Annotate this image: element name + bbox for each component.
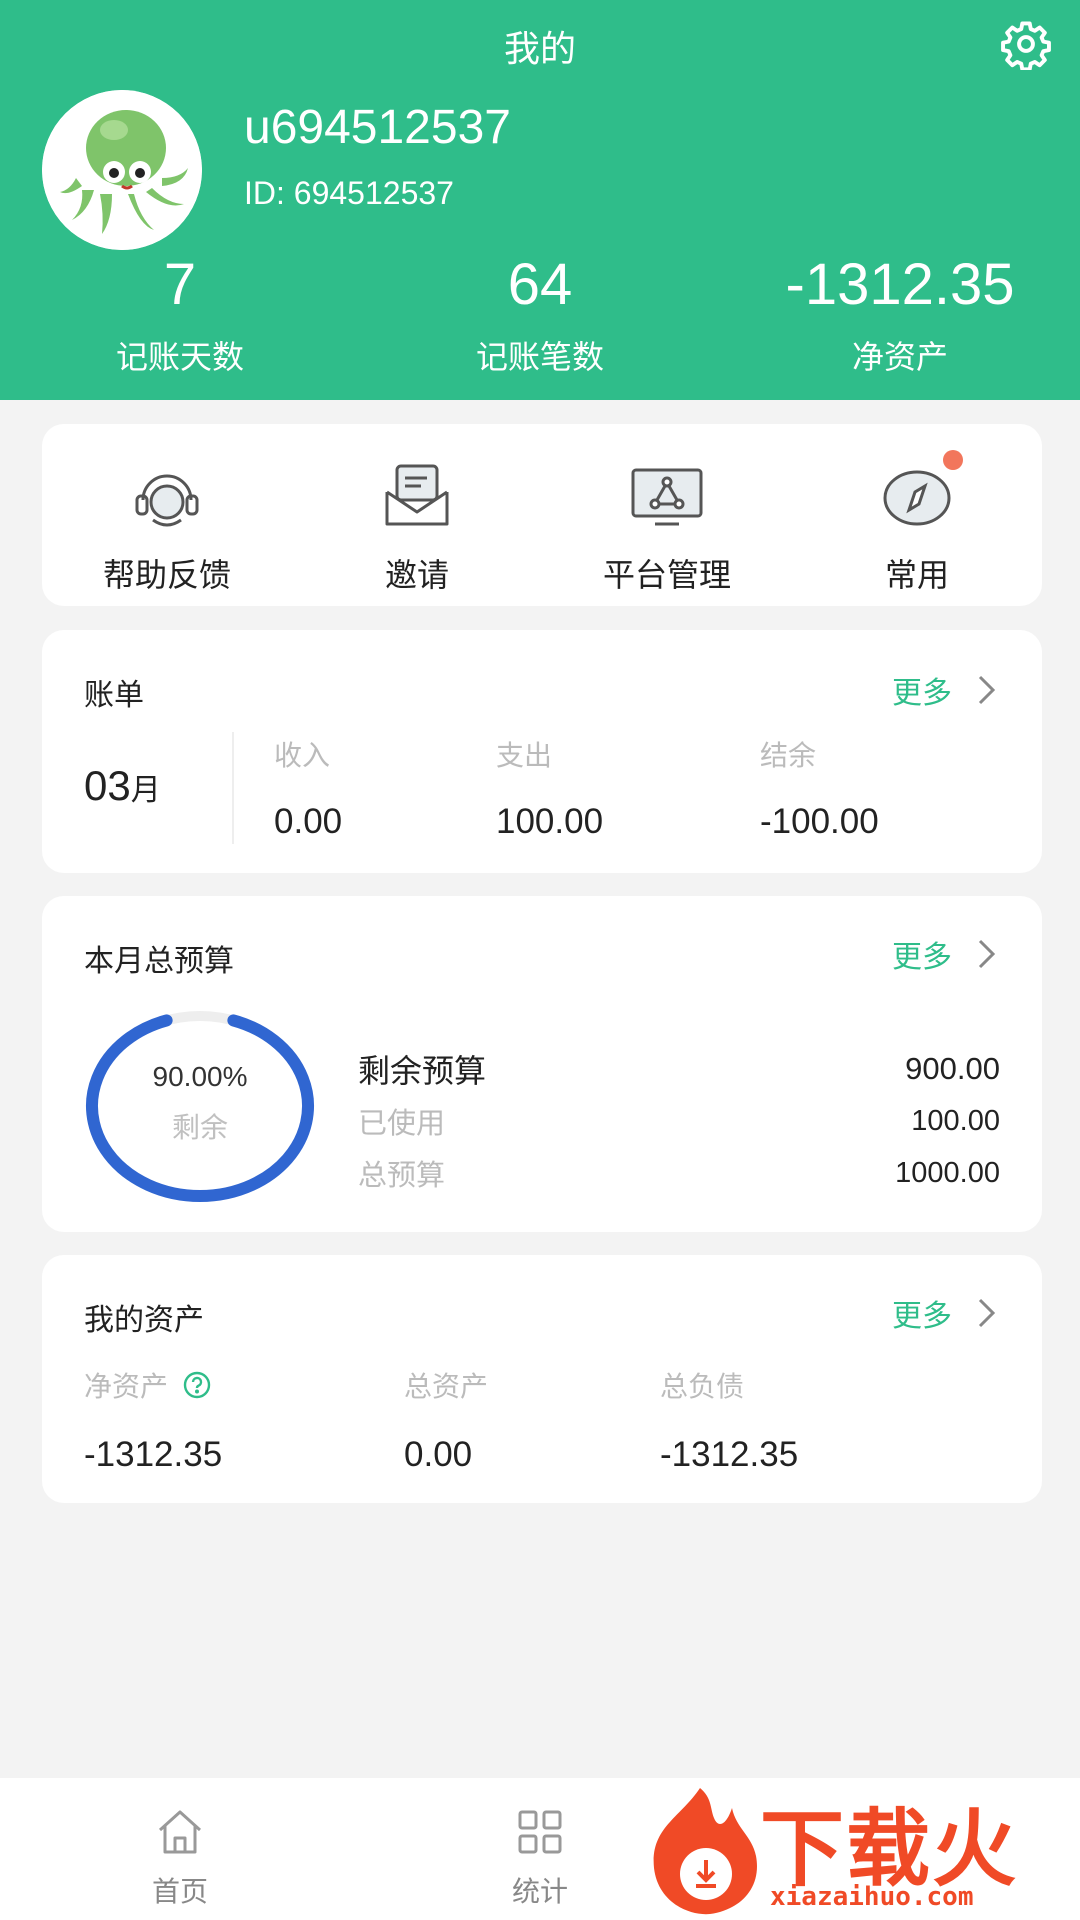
bill-value: 0.00 xyxy=(274,802,343,841)
asset-net: 净资产 -1312.35 xyxy=(84,1365,222,1475)
asset-value: 0.00 xyxy=(404,1435,473,1474)
asset-label: 总负债 xyxy=(660,1370,745,1403)
budget-remaining-row: 剩余预算 900.00 xyxy=(358,1046,1000,1092)
asset-value: -1312.35 xyxy=(660,1435,799,1474)
notification-badge xyxy=(943,450,963,470)
bill-income: 收入 0.00 xyxy=(274,734,342,842)
more-label: 更多 xyxy=(892,1299,952,1334)
watermark: 下载火 xiazaihuo.com xyxy=(640,1778,1080,1920)
budget-row-label: 剩余预算 xyxy=(358,1052,487,1090)
stat-value: 64 xyxy=(507,252,573,317)
bill-label: 收入 xyxy=(274,739,331,772)
headset-icon xyxy=(135,474,199,527)
compass-icon-wrap xyxy=(877,450,963,536)
budget-title: 本月总预算 xyxy=(84,944,234,979)
asset-label: 总资产 xyxy=(404,1370,489,1403)
stat-days[interactable]: 7 记账天数 xyxy=(0,250,360,390)
quick-label: 帮助反馈 xyxy=(102,556,231,594)
assets-card: 我的资产 更多 净资产 -1312.35 总资产 0.00 总负债 -1312.… xyxy=(42,1255,1042,1503)
stat-value: -1312.35 xyxy=(785,252,1015,317)
common-button[interactable]: 常用 xyxy=(792,424,1042,606)
stat-label: 记账笔数 xyxy=(475,338,604,376)
month-unit: 月 xyxy=(130,774,161,807)
user-id: ID: 694512537 xyxy=(244,175,454,211)
budget-more-link[interactable]: 更多 xyxy=(892,932,998,976)
bill-card: 账单 更多 03月 收入 0.00 支出 100.00 结余 -100.00 xyxy=(42,630,1042,873)
bill-title: 账单 xyxy=(84,678,144,713)
tab-label: 首页 xyxy=(151,1875,208,1908)
bill-value: 100.00 xyxy=(496,802,604,841)
stat-net-assets[interactable]: -1312.35 净资产 xyxy=(720,250,1080,390)
asset-value: -1312.35 xyxy=(84,1435,223,1474)
asset-total: 总资产 0.00 xyxy=(404,1365,488,1475)
grid-icon xyxy=(518,1810,562,1854)
stat-label: 净资产 xyxy=(851,338,948,376)
quick-label: 常用 xyxy=(884,556,949,594)
assets-title: 我的资产 xyxy=(84,1303,204,1338)
invite-button[interactable]: 邀请 xyxy=(292,424,542,606)
page-title: 我的 xyxy=(503,29,576,70)
profile-header: 我的 u694512537 ID: 694512537 7 记账天数 64 记账… xyxy=(0,0,1080,400)
divider xyxy=(232,732,234,844)
stat-records[interactable]: 64 记账笔数 xyxy=(360,250,720,390)
home-icon xyxy=(158,1810,202,1854)
budget-row-label: 已使用 xyxy=(358,1106,446,1140)
more-label: 更多 xyxy=(892,676,952,711)
envelope-icon xyxy=(385,464,449,526)
tab-label: 统计 xyxy=(511,1875,568,1908)
asset-label: 净资产 xyxy=(84,1370,169,1403)
quick-label: 邀请 xyxy=(384,556,449,594)
chevron-right-icon xyxy=(978,1298,996,1328)
more-label: 更多 xyxy=(892,940,952,975)
ring-label: 剩余 xyxy=(171,1111,228,1144)
quick-actions-card: 帮助反馈 邀请 平台管理 常用 xyxy=(42,424,1042,606)
budget-total-row: 总预算 1000.00 xyxy=(358,1152,1000,1194)
asset-label-wrap: 净资产 xyxy=(84,1365,222,1405)
chevron-right-icon xyxy=(978,939,996,969)
budget-row-value: 1000.00 xyxy=(895,1156,1000,1189)
chevron-right-icon xyxy=(978,675,996,705)
stats-row: 7 记账天数 64 记账笔数 -1312.35 净资产 xyxy=(0,250,1080,390)
gear-icon[interactable] xyxy=(1000,18,1052,70)
budget-row-value: 900.00 xyxy=(905,1051,1000,1086)
bill-more-link[interactable]: 更多 xyxy=(892,668,998,712)
platform-management-button[interactable]: 平台管理 xyxy=(542,424,792,606)
budget-row-label: 总预算 xyxy=(358,1158,446,1192)
month-number: 03 xyxy=(84,762,131,809)
bill-value: -100.00 xyxy=(760,802,879,841)
username: u694512537 xyxy=(244,101,511,154)
bill-balance: 结余 -100.00 xyxy=(760,734,879,842)
help-feedback-button[interactable]: 帮助反馈 xyxy=(42,424,292,606)
bill-month: 03月 xyxy=(84,762,161,810)
platform-icon xyxy=(631,468,703,526)
watermark-url: xiazaihuo.com xyxy=(770,1882,974,1912)
ring-percent: 90.00% xyxy=(152,1061,248,1092)
octopus-avatar-icon xyxy=(42,90,202,250)
budget-used-row: 已使用 100.00 xyxy=(358,1100,1000,1142)
bill-expense: 支出 100.00 xyxy=(496,734,603,842)
stat-value: 7 xyxy=(163,252,197,317)
bill-label: 支出 xyxy=(496,739,553,772)
asset-liability: 总负债 -1312.35 xyxy=(660,1365,798,1475)
budget-row-value: 100.00 xyxy=(911,1104,1000,1137)
avatar[interactable] xyxy=(42,90,202,250)
quick-label: 平台管理 xyxy=(602,556,731,594)
tab-home[interactable]: 首页 xyxy=(0,1778,360,1920)
bill-label: 结余 xyxy=(760,739,817,772)
stat-label: 记账天数 xyxy=(115,338,244,376)
question-icon[interactable] xyxy=(182,1370,212,1400)
assets-more-link[interactable]: 更多 xyxy=(892,1291,998,1335)
compass-icon xyxy=(883,470,951,526)
budget-card: 本月总预算 更多 90.00% 剩余 剩余预算 900.00 已使用 100.0… xyxy=(42,896,1042,1232)
flame-logo-icon xyxy=(653,1788,757,1915)
